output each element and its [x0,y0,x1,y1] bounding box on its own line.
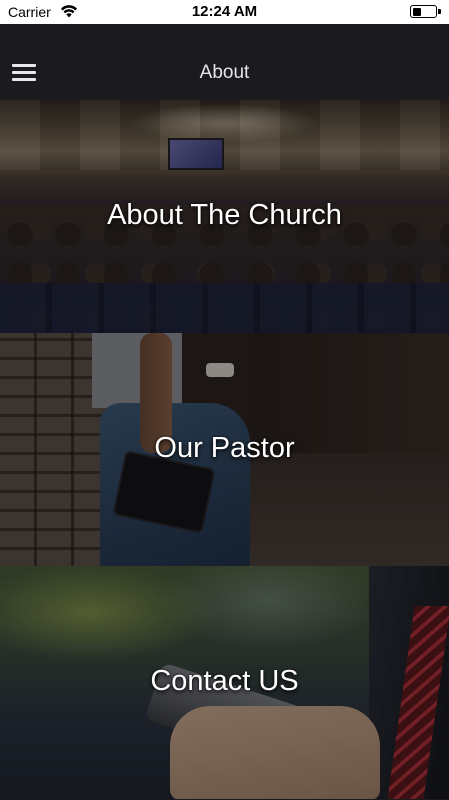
page-title: About [199,62,250,83]
our-pastor-card[interactable]: Our Pastor [0,333,449,566]
our-pastor-label: Our Pastor [154,431,295,464]
clock-time: 12:24 AM [191,3,258,20]
navigation-bar: About [0,24,449,100]
about-church-label: About The Church [107,198,342,231]
about-church-card[interactable]: About The Church [0,100,449,333]
contact-us-label: Contact US [150,664,299,697]
battery-icon [410,5,441,18]
contact-us-card[interactable]: Contact US [0,566,449,799]
status-bar: Carrier 12:24 AM [0,0,449,24]
